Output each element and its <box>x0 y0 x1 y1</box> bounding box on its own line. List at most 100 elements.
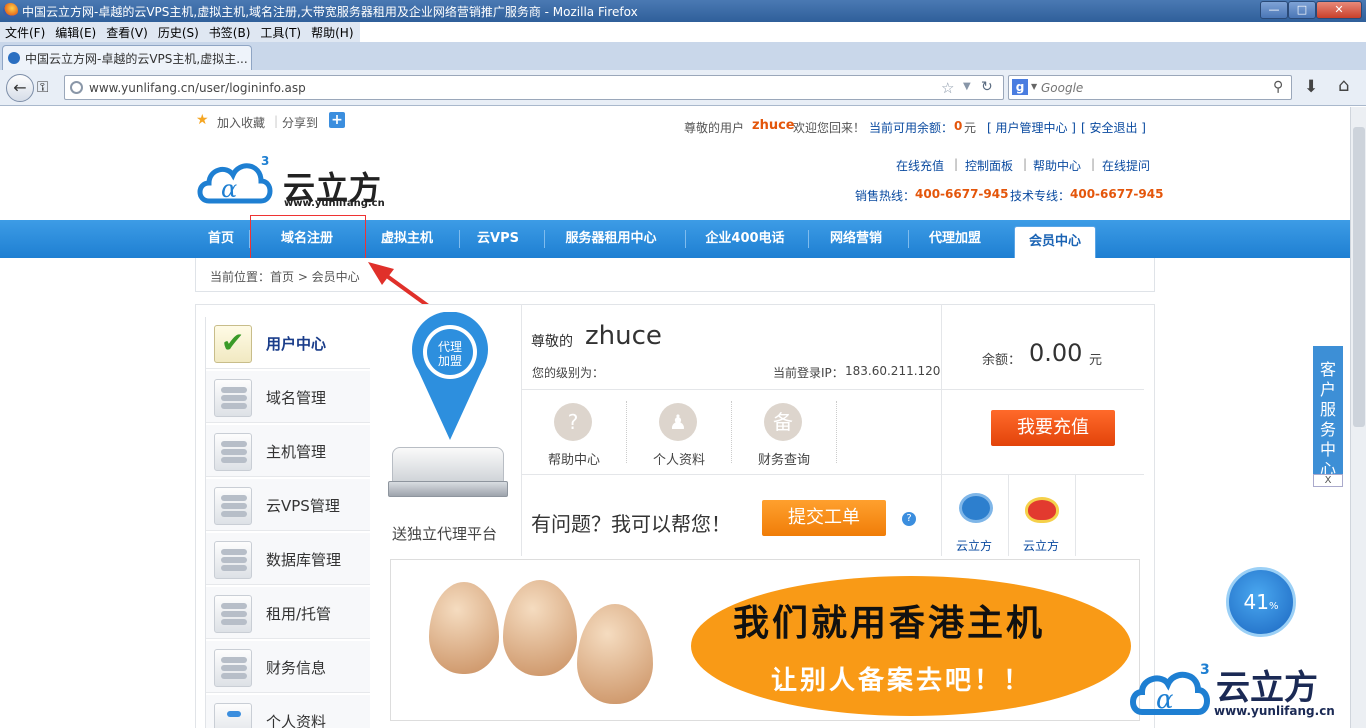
reload-icon[interactable]: ↻ <box>981 79 993 95</box>
service-help-center[interactable]: ? 帮助中心 <box>522 393 626 479</box>
balance-unit: 元 <box>1089 353 1103 368</box>
menu-view[interactable]: 查看(V) <box>101 22 153 43</box>
bookmark-star-icon[interactable]: ☆ <box>941 79 954 97</box>
sidebar-item-finance[interactable]: 财务信息 <box>206 641 370 693</box>
greeting-suffix: 欢迎您回来！ <box>793 121 866 135</box>
hongkong-host-banner[interactable]: 我们就用香港主机 让别人备案去吧！！ <box>390 559 1140 721</box>
customer-service-tab[interactable]: 客户服务中心 <box>1313 346 1343 486</box>
link-online-recharge[interactable]: 在线充值 <box>896 157 944 174</box>
breadcrumb: 当前位置：首页 > 会员中心 <box>195 258 1155 292</box>
egg-character-icon <box>577 604 653 704</box>
minimize-button[interactable]: — <box>1260 1 1288 19</box>
database-stack-icon <box>214 433 252 471</box>
maximize-button[interactable]: □ <box>1288 1 1316 19</box>
menu-history[interactable]: 历史(S) <box>153 22 204 43</box>
nav-member-center[interactable]: 会员中心 <box>1014 226 1096 260</box>
tencent-weibo-icon <box>959 493 993 523</box>
link-control-panel[interactable]: 控制面板 <box>965 157 1013 174</box>
nav-server-rental[interactable]: 服务器租用中心 <box>548 220 674 258</box>
nav-400-phone[interactable]: 企业400电话 <box>690 220 800 258</box>
submit-ticket-button[interactable]: 提交工单 <box>762 500 886 536</box>
service-finance[interactable]: 备 财务查询 <box>732 393 836 479</box>
watermark-text: 云立方 <box>1216 668 1318 708</box>
customer-service-close-button[interactable]: X <box>1313 474 1343 487</box>
nav-virtual-host[interactable]: 虚拟主机 <box>368 220 446 258</box>
menu-bookmarks[interactable]: 书签(B) <box>204 22 256 43</box>
nav-separator <box>908 230 909 248</box>
main-nav: 首页 域名注册 虚拟主机 云VPS 服务器租用中心 企业400电话 网络营销 代… <box>0 220 1350 260</box>
search-input[interactable] <box>1041 79 1271 97</box>
user-center-link[interactable]: [ 用户管理中心 ] <box>987 119 1076 136</box>
svg-text:3: 3 <box>261 154 269 168</box>
promo-caption: 送独立代理平台 <box>392 525 498 543</box>
highlight-box <box>250 215 366 263</box>
logo-url: www.yunlifang.cn <box>284 198 385 209</box>
share-link[interactable]: 分享到 <box>282 114 318 131</box>
service-profile[interactable]: ♟ 个人资料 <box>627 393 731 479</box>
sidebar-item-database[interactable]: 数据库管理 <box>206 533 370 585</box>
sina-weibo-link[interactable]: 云立方 <box>1009 475 1075 555</box>
nav-marketing[interactable]: 网络营销 <box>814 220 898 258</box>
sidebar-item-cloud-vps[interactable]: 云VPS管理 <box>206 479 370 531</box>
service-label: 帮助中心 <box>547 453 600 468</box>
logout-link[interactable]: [ 安全退出 ] <box>1081 119 1146 136</box>
page-scrollbar[interactable] <box>1350 107 1366 728</box>
downloads-icon[interactable]: ⬇ <box>1304 77 1318 97</box>
banner-headline: 我们就用香港主机 <box>733 603 1046 644</box>
agent-promo[interactable]: 代理 加盟 <box>410 311 490 442</box>
engine-dropdown-icon[interactable]: ▼ <box>1031 82 1037 91</box>
search-magnifier-icon[interactable]: ⚲ <box>1273 79 1283 95</box>
menu-help[interactable]: 帮助(H) <box>306 22 358 43</box>
nav-agent[interactable]: 代理加盟 <box>914 220 996 258</box>
speed-ball-widget[interactable]: 41% <box>1226 567 1296 637</box>
menu-edit[interactable]: 编辑(E) <box>50 22 101 43</box>
watermark: α 3 云立方 www.yunlifang.cn <box>1128 660 1348 728</box>
banner-subline: 让别人备案去吧！！ <box>771 666 1033 696</box>
help-info-icon[interactable]: ? <box>902 512 916 526</box>
sidebar-item-label: 财务信息 <box>266 659 327 677</box>
add-favorite-link[interactable]: 加入收藏 <box>217 114 265 131</box>
social-divider <box>1075 475 1076 556</box>
back-arrow-icon[interactable]: ← <box>6 74 34 102</box>
sidebar-item-rental[interactable]: 租用/托管 <box>206 587 370 639</box>
sidebar-item-profile[interactable]: 个人资料 <box>206 695 370 728</box>
recharge-button[interactable]: 我要充值 <box>991 410 1115 446</box>
user-salutation: 尊敬的 <box>531 334 573 350</box>
history-dropdown-icon[interactable]: ▼ <box>963 81 971 92</box>
link-online-question[interactable]: 在线提问 <box>1102 157 1150 174</box>
question-circle-icon: ? <box>554 403 592 441</box>
navigation-toolbar: ← ⚿ www.yunlifang.cn/user/logininfo.asp … <box>0 70 1366 106</box>
sidebar-item-host[interactable]: 主机管理 <box>206 425 370 477</box>
firefox-icon <box>3 3 18 18</box>
sidebar-item-domain[interactable]: 域名管理 <box>206 371 370 423</box>
svg-text:α: α <box>1156 685 1174 715</box>
speed-unit: % <box>1268 601 1279 612</box>
scrollbar-thumb[interactable] <box>1353 127 1365 427</box>
record-icon: 备 <box>764 403 802 441</box>
balance-label: 余额： <box>982 353 1022 368</box>
close-button[interactable]: ✕ <box>1316 1 1362 19</box>
tech-hotline-label: 技术专线： <box>1010 189 1071 203</box>
cloud-logo-icon[interactable]: α 3 <box>195 153 277 209</box>
top-username: zhuce <box>752 118 795 133</box>
nav-home[interactable]: 首页 <box>196 220 246 258</box>
person-icon: ♟ <box>659 403 697 441</box>
balance-label: 当前可用余额： <box>869 121 954 135</box>
site-identity-key-icon[interactable]: ⚿ <box>37 78 48 96</box>
search-box[interactable]: g ▼ ⚲ <box>1008 75 1292 100</box>
sidebar-item-user-center[interactable]: ✔ 用户中心 <box>206 317 370 369</box>
site-favicon <box>8 52 20 64</box>
qq-weibo-link[interactable]: 云立方 <box>942 475 1008 555</box>
database-stack-icon <box>214 649 252 687</box>
egg-character-icon <box>503 580 577 676</box>
google-engine-icon[interactable]: g <box>1012 79 1028 95</box>
browser-tab[interactable]: 中国云立方网-卓越的云VPS主机,虚拟主... <box>2 45 252 70</box>
link-help-center[interactable]: 帮助中心 <box>1033 157 1081 174</box>
home-icon[interactable]: ⌂ <box>1338 75 1349 96</box>
watermark-cloud-icon: α 3 <box>1130 662 1210 715</box>
address-bar[interactable]: www.yunlifang.cn/user/logininfo.asp ☆ ▼ … <box>64 75 1004 100</box>
nav-cloud-vps[interactable]: 云VPS <box>462 220 534 258</box>
menu-tools[interactable]: 工具(T) <box>255 22 306 43</box>
share-plus-icon[interactable]: + <box>329 112 345 128</box>
menu-file[interactable]: 文件(F) <box>0 22 50 43</box>
